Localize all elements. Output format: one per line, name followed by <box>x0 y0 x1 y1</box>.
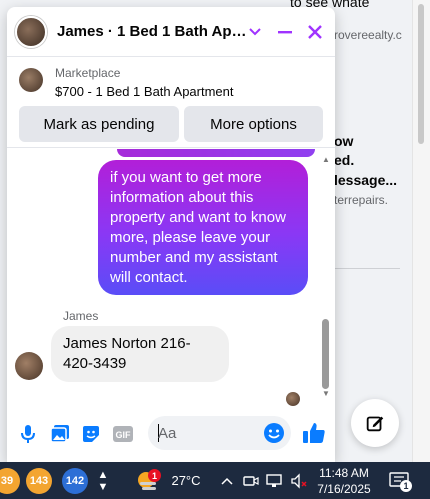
marketplace-listing: Marketplace $700 - 1 Bed 1 Bath Apartmen… <box>7 58 335 148</box>
network-icon[interactable] <box>264 462 286 499</box>
bg-text: terrepairs. <box>334 193 389 207</box>
weather-alert-badge: 1 <box>148 469 161 482</box>
bg-text: ow <box>334 133 354 149</box>
scroll-down-arrow-icon[interactable]: ▼ <box>322 389 330 398</box>
incoming-message: James Norton 216-420-3439 <box>51 326 229 382</box>
bg-text: ed. <box>334 152 355 168</box>
minimize-icon[interactable] <box>273 20 297 44</box>
close-icon[interactable] <box>303 20 327 44</box>
time: 11:48 AM <box>319 466 369 480</box>
bg-text: lessage... <box>334 172 398 188</box>
show-hidden-icons-icon[interactable] <box>218 462 236 499</box>
compose-icon <box>366 416 384 432</box>
meet-now-icon[interactable] <box>240 462 262 499</box>
chat-window: James · 1 Bed 1 Bath Apart… Marketplace … <box>7 7 335 462</box>
scroll-up-arrow-icon[interactable]: ▲ <box>322 155 330 164</box>
photo-icon[interactable] <box>49 423 71 445</box>
mark-as-pending-button[interactable]: Mark as pending <box>19 106 179 142</box>
notification-count-badge: 1 <box>400 480 412 492</box>
clock[interactable]: 11:48 AM 7/16/2025 <box>316 465 372 497</box>
sender-name: James <box>63 309 99 323</box>
svg-text:GIF: GIF <box>116 430 132 440</box>
badge-icon: 39 <box>0 467 20 494</box>
badge-icon: 142 <box>62 467 88 494</box>
composer: GIF <box>7 407 335 462</box>
chat-header[interactable]: James · 1 Bed 1 Bath Apart… <box>7 7 335 57</box>
divider <box>330 268 400 269</box>
outgoing-message: if you want to get more information abou… <box>98 160 308 295</box>
listing-thumbnail[interactable] <box>19 68 43 92</box>
message-input[interactable] <box>158 423 258 443</box>
avatar[interactable] <box>15 352 43 380</box>
listing-label: Marketplace <box>55 66 121 80</box>
bg-text: rovereealty.c <box>334 28 402 42</box>
volume-muted-icon[interactable] <box>288 462 310 499</box>
seen-indicator <box>286 392 300 406</box>
taskbar-app-icon[interactable]: 143 <box>24 462 54 499</box>
scrollbar-thumb[interactable] <box>418 4 424 144</box>
gif-icon[interactable]: GIF <box>112 423 134 445</box>
page-scrollbar[interactable] <box>412 0 430 462</box>
temperature[interactable]: 27°C <box>166 462 206 499</box>
microphone-icon[interactable] <box>17 423 39 445</box>
listing-title[interactable]: $700 - 1 Bed 1 Bath Apartment <box>55 84 234 99</box>
emoji-icon[interactable] <box>263 422 285 449</box>
badge-icon: 143 <box>26 467 52 494</box>
scrollbar-thumb[interactable] <box>322 319 329 389</box>
chat-title[interactable]: James · 1 Bed 1 Bath Apart… <box>57 23 252 40</box>
taskbar-overflow-arrows-icon[interactable]: ▲ ▼ <box>96 462 110 499</box>
date: 7/16/2025 <box>317 482 371 496</box>
message-input-container[interactable] <box>148 416 291 450</box>
taskbar-app-icon[interactable]: 39 <box>0 462 22 499</box>
header-controls <box>243 20 327 44</box>
notifications-icon[interactable]: 1 <box>386 462 412 499</box>
weather-icon[interactable]: 1 <box>130 462 166 499</box>
avatar[interactable] <box>15 15 47 48</box>
taskbar-app-icon[interactable]: 142 <box>60 462 90 499</box>
more-options-button[interactable]: More options <box>184 106 323 142</box>
thumbs-up-icon[interactable] <box>301 420 327 446</box>
message-thread[interactable]: if you want to get more information abou… <box>7 149 335 407</box>
chevron-down-icon[interactable] <box>243 20 267 44</box>
taskbar: 39 143 142 ▲ ▼ 1 27°C 11:48 AM 7/16/2025 … <box>0 462 430 499</box>
thread-scrollbar[interactable]: ▲ ▼ <box>320 149 332 405</box>
previous-message-bubble <box>117 149 315 157</box>
sticker-icon[interactable] <box>80 423 102 445</box>
new-message-button[interactable] <box>351 399 399 447</box>
